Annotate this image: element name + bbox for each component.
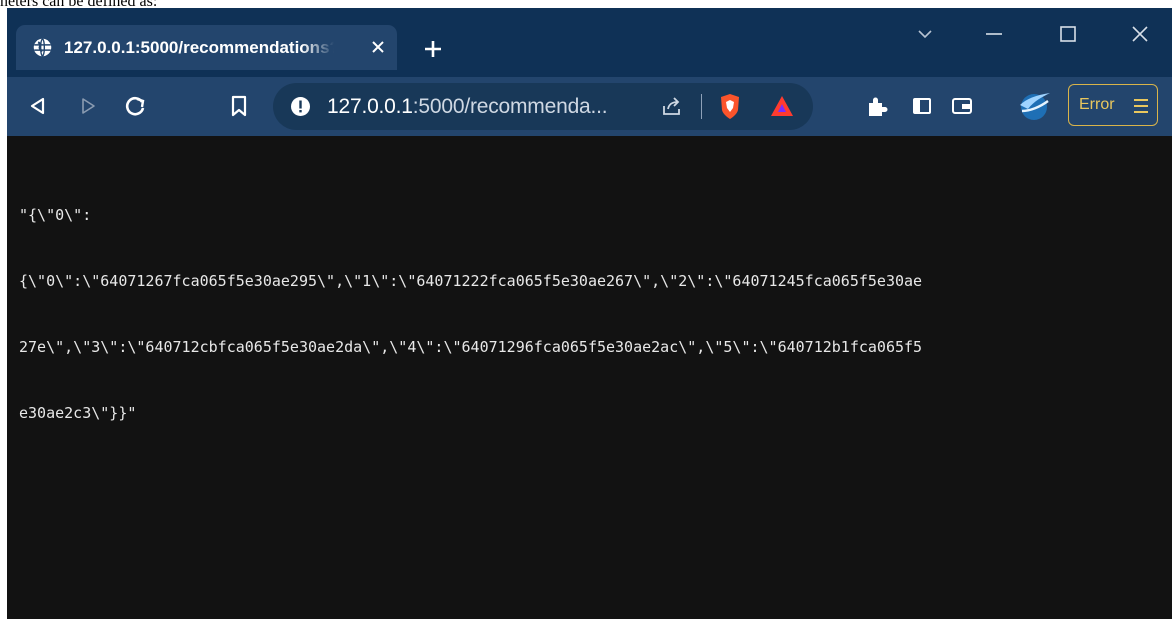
- extensions-icon[interactable]: [866, 95, 888, 117]
- sidebar-icon[interactable]: [912, 96, 932, 116]
- globe-icon: [33, 38, 52, 57]
- window-close-icon[interactable]: [1128, 22, 1152, 46]
- active-tab[interactable]: 127.0.0.1:5000/recommendations?: [16, 25, 397, 70]
- share-icon[interactable]: [661, 96, 682, 117]
- url-rest: :5000/recommenda...: [412, 95, 608, 118]
- back-icon[interactable]: [28, 96, 48, 116]
- maximize-icon[interactable]: [1056, 22, 1080, 46]
- omnibox-divider: [701, 94, 702, 119]
- wallet-icon[interactable]: [951, 96, 973, 116]
- vpn-icon[interactable]: [1016, 89, 1052, 123]
- profile-error-button[interactable]: Error: [1068, 84, 1158, 126]
- response-line: e30ae2c3\"}}": [19, 404, 137, 422]
- error-label: Error: [1079, 96, 1115, 113]
- response-line: "{\"0\":: [19, 206, 92, 224]
- url-host: 127.0.0.1: [327, 95, 413, 118]
- url-text: 127.0.0.1:5000/recommenda...: [327, 95, 608, 119]
- info-icon[interactable]: [290, 96, 311, 117]
- address-bar[interactable]: 127.0.0.1:5000/recommenda...: [273, 83, 813, 130]
- minimize-icon[interactable]: [982, 22, 1006, 46]
- browser-window: 127.0.0.1:5000/recommendations? 127.0.0.…: [7, 8, 1172, 619]
- tab-strip: 127.0.0.1:5000/recommendations?: [7, 8, 1172, 77]
- reload-icon[interactable]: [125, 95, 147, 117]
- json-response-text: "{\"0\": {\"0\":\"64071267fca065f5e30ae2…: [19, 160, 1169, 468]
- forward-icon[interactable]: [78, 96, 98, 116]
- chevron-down-icon[interactable]: [913, 22, 937, 46]
- browser-toolbar: 127.0.0.1:5000/recommenda... Error: [7, 77, 1172, 136]
- brave-rewards-icon[interactable]: [770, 95, 794, 117]
- plus-icon[interactable]: [423, 39, 443, 59]
- response-line: {\"0\":\"64071267fca065f5e30ae295\",\"1\…: [19, 272, 923, 290]
- menu-icon[interactable]: [1132, 97, 1150, 115]
- close-icon[interactable]: [369, 38, 387, 56]
- bookmark-icon[interactable]: [229, 94, 249, 118]
- tab-title: 127.0.0.1:5000/recommendations?: [64, 37, 334, 57]
- brave-shield-icon[interactable]: [718, 93, 742, 120]
- response-line: 27e\",\"3\":\"640712cbfca065f5e30ae2da\"…: [19, 338, 923, 356]
- page-content: "{\"0\": {\"0\":\"64071267fca065f5e30ae2…: [7, 136, 1172, 619]
